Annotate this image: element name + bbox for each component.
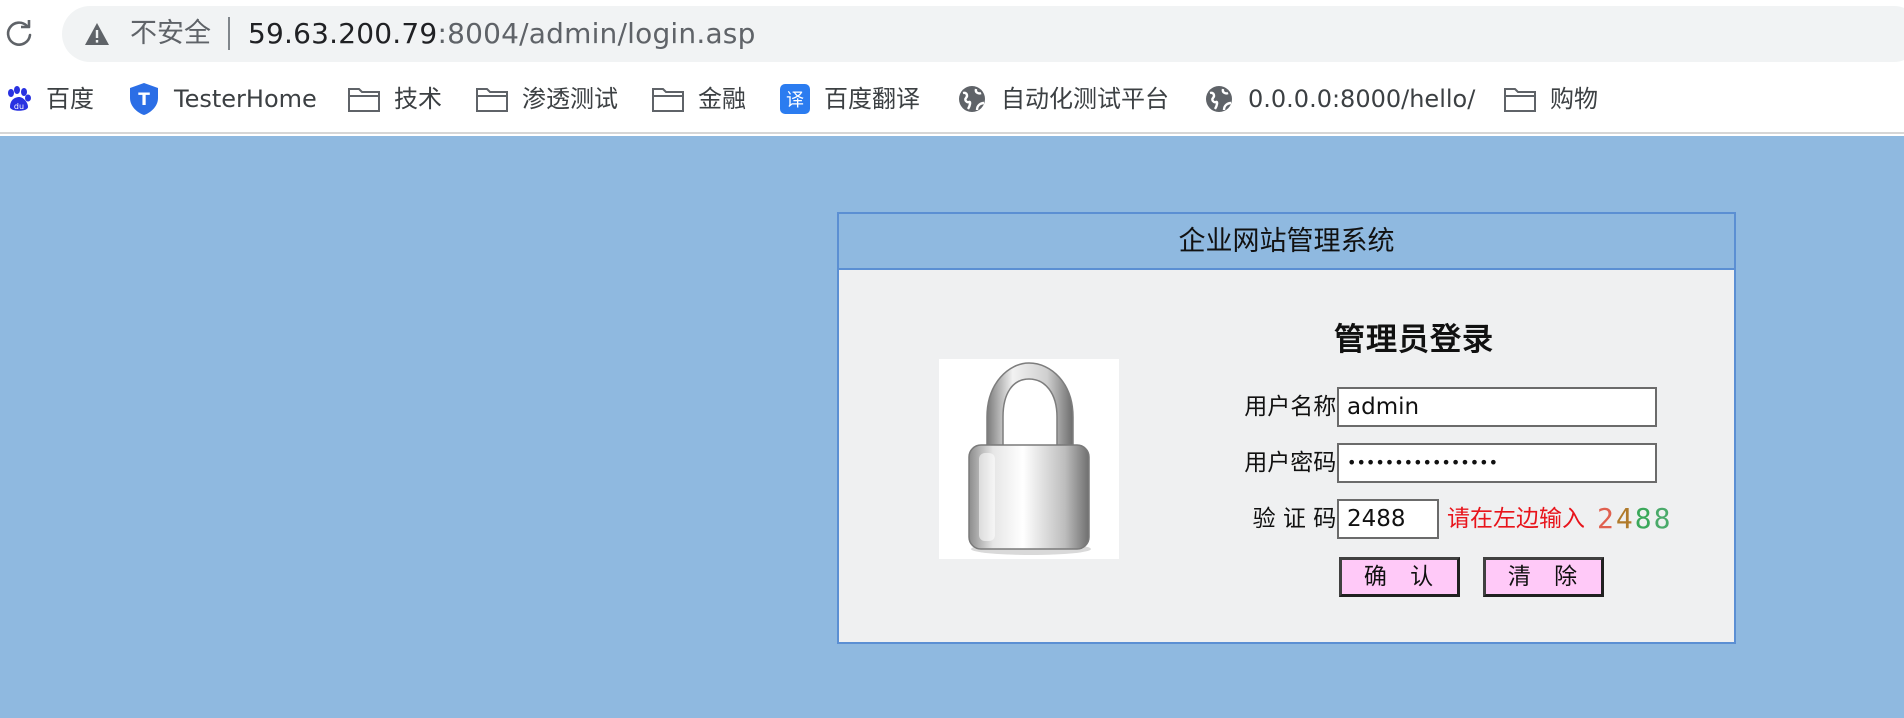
captcha-image[interactable]: 2488 [1597, 499, 1672, 539]
bookmark-folder-tech[interactable]: 技术 [348, 79, 442, 119]
login-title: 管理员登录 [1334, 322, 1494, 358]
bookmark-label: TesterHome [174, 85, 317, 113]
bookmark-folder-pentest[interactable]: 渗透测试 [476, 79, 618, 119]
bookmark-baidu-translate[interactable]: 译 百度翻译 [780, 79, 920, 119]
username-label: 用户名称: [1244, 394, 1344, 420]
padlock-icon [968, 362, 1091, 555]
security-label[interactable]: 不安全 [130, 16, 211, 52]
login-panel: 企业网站管理系统 管理员登录 用户名称: admin 用户密码: •••••••… [837, 212, 1736, 644]
captcha-label: 验 证 码: [1252, 506, 1344, 532]
baidu-icon: du [8, 86, 31, 111]
warning-triangle-icon[interactable] [84, 22, 110, 46]
url-path: :8004/admin/login.asp [437, 17, 756, 50]
padlock-image [939, 359, 1119, 559]
globe-icon [1206, 86, 1232, 112]
bookmark-label: 百度 [46, 85, 94, 113]
translate-glyph: 译 [786, 90, 804, 111]
captcha-digit: 2 [1597, 502, 1616, 535]
username-input[interactable]: admin [1337, 387, 1657, 427]
page-content: 企业网站管理系统 管理员登录 用户名称: admin 用户密码: •••••••… [0, 136, 1904, 718]
bookmark-label: 购物 [1550, 85, 1598, 113]
clear-button[interactable]: 清 除 [1483, 557, 1604, 597]
globe-icon [959, 86, 985, 112]
url-host: 59.63.200.79 [248, 17, 438, 50]
folder-icon [348, 88, 380, 112]
bookmark-automation-platform[interactable]: 自动化测试平台 [957, 79, 1169, 119]
bookmark-baidu[interactable]: du 百度 [4, 79, 94, 119]
bookmark-label: 自动化测试平台 [1001, 85, 1169, 113]
captcha-digit: 4 [1615, 502, 1635, 535]
captcha-digit: 8 [1634, 502, 1654, 535]
bookmark-label: 技术 [394, 85, 442, 113]
baidu-translate-icon: 译 [780, 84, 810, 114]
captcha-digit: 8 [1653, 502, 1673, 535]
browser-address-row: 不安全 59.63.200.79:8004/admin/login.asp [0, 0, 1904, 68]
confirm-button[interactable]: 确 认 [1339, 557, 1460, 597]
svg-text:du: du [14, 102, 24, 111]
bookmark-folder-shopping[interactable]: 购物 [1504, 79, 1598, 119]
password-input[interactable]: •••••••••••••••• [1337, 443, 1657, 483]
system-title: 企业网站管理系统 [839, 214, 1734, 270]
testerhome-glyph: T [138, 90, 150, 110]
bookmark-localhost-hello[interactable]: 0.0.0.0:8000/hello/ [1204, 79, 1475, 119]
folder-icon [476, 88, 508, 112]
bookmarks-bar: du 百度 T TesterHome 技术 渗透测试 金融 译 百度翻译 自动化… [0, 68, 1904, 134]
folder-icon [1504, 88, 1536, 112]
address-separator [228, 17, 230, 50]
testerhome-shield-icon: T [130, 83, 158, 115]
password-label: 用户密码: [1244, 450, 1344, 476]
reload-icon[interactable] [4, 18, 34, 48]
folder-icon [652, 88, 684, 112]
bookmark-testerhome[interactable]: T TesterHome [128, 79, 317, 119]
bookmark-label: 渗透测试 [522, 85, 618, 113]
bookmark-folder-finance[interactable]: 金融 [652, 79, 746, 119]
captcha-hint: 请在左边输入 [1447, 506, 1585, 532]
bookmark-label: 百度翻译 [824, 85, 920, 113]
bookmark-label: 金融 [698, 85, 746, 113]
url-text[interactable]: 59.63.200.79:8004/admin/login.asp [248, 16, 756, 52]
bookmark-label: 0.0.0.0:8000/hello/ [1248, 85, 1476, 113]
captcha-input[interactable]: 2488 [1337, 499, 1439, 539]
